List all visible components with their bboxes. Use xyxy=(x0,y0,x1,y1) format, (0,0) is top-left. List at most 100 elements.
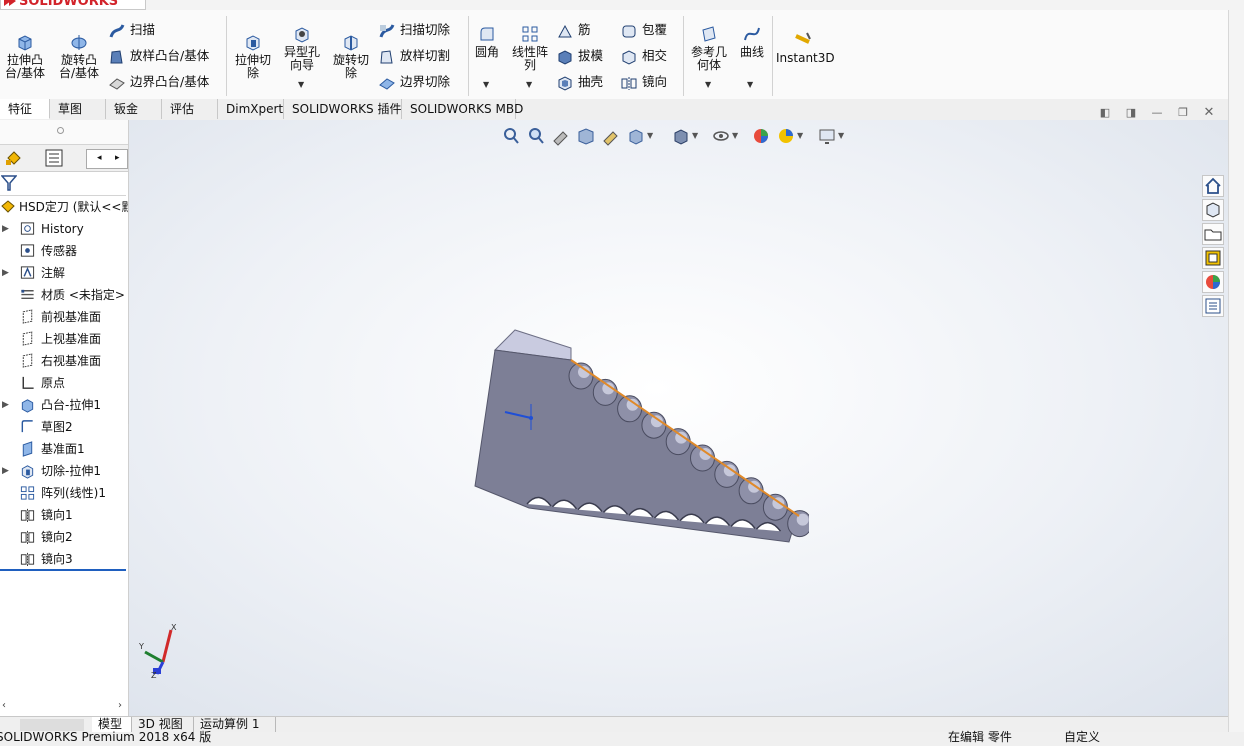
tile-right-icon[interactable]: ◨ xyxy=(1124,106,1138,120)
part-model[interactable] xyxy=(469,320,809,560)
restore-icon[interactable]: ❐ xyxy=(1176,106,1190,120)
reference-geometry-dropdown[interactable]: ▼ xyxy=(705,80,711,89)
tree-root[interactable]: HSD定刀 (默认<<默 xyxy=(0,196,128,218)
feature-manager-tab-icon[interactable] xyxy=(4,148,24,168)
shell-button[interactable]: 抽壳 xyxy=(556,74,603,91)
linear-pattern-dropdown[interactable]: ▼ xyxy=(526,80,532,89)
boundary-boss-button[interactable]: 边界凸台/基体 xyxy=(108,74,209,91)
loft-cut-button[interactable]: 放样切割 xyxy=(378,48,450,65)
zoom-to-fit-icon[interactable] xyxy=(501,126,521,146)
fillet-button[interactable]: 圆角 xyxy=(470,24,504,59)
minimize-icon[interactable]: — xyxy=(1150,106,1164,120)
hscroll-left-icon[interactable]: ‹ xyxy=(2,700,6,711)
expand-arrow-icon[interactable]: ▶ xyxy=(2,262,9,284)
view-orientation-icon[interactable] xyxy=(626,126,646,146)
tab-evaluate[interactable]: 评估 xyxy=(162,99,218,119)
tree-hscroll[interactable]: ‹ › xyxy=(0,700,128,716)
view-palette-button[interactable] xyxy=(1202,247,1224,269)
hide-show-items-icon[interactable] xyxy=(711,126,731,146)
scroll-left-icon[interactable]: ◂ xyxy=(97,150,102,167)
view-orientation-dropdown[interactable]: ▼ xyxy=(647,131,667,151)
tree-item-front-plane[interactable]: 前视基准面 xyxy=(0,306,128,328)
hscroll-right-icon[interactable]: › xyxy=(118,700,122,711)
graphics-area[interactable]: ▼ ▼ ▼ ▼ ▼ Y Z X xyxy=(129,120,1228,716)
design-library-button[interactable] xyxy=(1202,199,1224,221)
tab-features[interactable]: 特征 xyxy=(0,99,50,119)
status-units[interactable]: 自定义 xyxy=(1064,728,1100,747)
rib-button[interactable]: 筋 xyxy=(556,22,591,39)
panel-tab-scroller[interactable]: ◂ ▸ xyxy=(86,149,128,169)
extrude-boss-button[interactable]: 拉伸凸 台/基体 xyxy=(2,32,48,80)
tree-item-linear-pattern1[interactable]: 阵列(线性)1 xyxy=(0,482,128,504)
property-manager-tab-icon[interactable] xyxy=(44,148,64,168)
hide-show-dropdown[interactable]: ▼ xyxy=(732,131,752,151)
close-icon[interactable]: ✕ xyxy=(1202,106,1216,120)
zoom-to-area-icon[interactable] xyxy=(526,126,546,146)
tree-item-boss-extrude1[interactable]: ▶ 凸台-拉伸1 xyxy=(0,394,128,416)
rollback-bar[interactable] xyxy=(0,569,126,571)
reference-geometry-button[interactable]: 参考几 何体 xyxy=(687,24,731,72)
mirror-button[interactable]: 镜向 xyxy=(620,74,667,91)
tree-item-annotations[interactable]: ▶ 注解 xyxy=(0,262,128,284)
apply-scene-icon[interactable] xyxy=(776,126,796,146)
tree-item-sensors[interactable]: 传感器 xyxy=(0,240,128,262)
tree-item-cut-extrude1[interactable]: ▶ 切除-拉伸1 xyxy=(0,460,128,482)
solidworks-resources-button[interactable] xyxy=(1202,175,1224,197)
view-settings-icon[interactable] xyxy=(817,126,837,146)
solidworks-logo[interactable]: SOLIDWORKS xyxy=(0,0,146,10)
apply-scene-dropdown[interactable]: ▼ xyxy=(797,131,817,151)
loft-boss-button[interactable]: 放样凸台/基体 xyxy=(108,48,209,65)
revolve-boss-button[interactable]: 旋转凸 台/基体 xyxy=(55,32,103,80)
view-settings-dropdown[interactable]: ▼ xyxy=(838,131,858,151)
boundary-cut-button[interactable]: 边界切除 xyxy=(378,74,450,91)
tree-item-mirror2[interactable]: 镜向2 xyxy=(0,526,128,548)
sweep-cut-button[interactable]: 扫描切除 xyxy=(378,22,450,39)
previous-view-icon[interactable] xyxy=(551,126,571,146)
appearances-button[interactable] xyxy=(1202,271,1224,293)
curves-button[interactable]: 曲线 xyxy=(736,24,768,59)
mirror2-icon xyxy=(20,530,35,545)
intersect-button[interactable]: 相交 xyxy=(620,48,667,65)
splitter-handle-icon[interactable] xyxy=(57,127,64,134)
tree-item-right-plane[interactable]: 右视基准面 xyxy=(0,350,128,372)
expand-arrow-icon[interactable]: ▶ xyxy=(2,394,9,416)
panel-splitter[interactable] xyxy=(0,120,128,145)
edit-appearance-icon[interactable] xyxy=(751,126,771,146)
tree-item-mirror3[interactable]: 镜向3 xyxy=(0,548,128,570)
fillet-dropdown[interactable]: ▼ xyxy=(483,80,489,89)
filter-bar[interactable] xyxy=(0,171,126,196)
dynamic-annotation-icon[interactable] xyxy=(601,126,621,146)
tile-left-icon[interactable]: ◧ xyxy=(1098,106,1112,120)
tree-item-sketch2[interactable]: 草图2 xyxy=(0,416,128,438)
tree-item-origin[interactable]: 原点 xyxy=(0,372,128,394)
tree-item-top-plane[interactable]: 上视基准面 xyxy=(0,328,128,350)
hole-wizard-button[interactable]: 异型孔 向导 xyxy=(280,24,324,72)
display-style-icon[interactable] xyxy=(671,126,691,146)
expand-arrow-icon[interactable]: ▶ xyxy=(2,460,9,482)
tab-sheet-metal[interactable]: 钣金 xyxy=(106,99,162,119)
draft-button[interactable]: 拔模 xyxy=(556,48,603,65)
revolve-cut-button[interactable]: 旋转切 除 xyxy=(329,32,373,80)
extrude-cut-button[interactable]: 拉伸切 除 xyxy=(232,32,274,80)
tab-sketch[interactable]: 草图 xyxy=(50,99,106,119)
display-style-dropdown[interactable]: ▼ xyxy=(692,131,712,151)
tab-solidworks-addins[interactable]: SOLIDWORKS 插件 xyxy=(284,99,402,119)
hole-wizard-dropdown[interactable]: ▼ xyxy=(298,80,304,89)
tree-item-material[interactable]: 材质 <未指定> xyxy=(0,284,128,306)
tree-item-history[interactable]: ▶ History xyxy=(0,218,128,240)
section-view-icon[interactable] xyxy=(576,126,596,146)
filter-icon[interactable] xyxy=(1,174,17,192)
tab-dimxpert[interactable]: DimXpert xyxy=(218,99,284,119)
file-explorer-button[interactable] xyxy=(1202,223,1224,245)
tree-item-mirror1[interactable]: 镜向1 xyxy=(0,504,128,526)
linear-pattern-button[interactable]: 线性阵 列 xyxy=(508,24,552,72)
custom-properties-button[interactable] xyxy=(1202,295,1224,317)
wrap-button[interactable]: 包覆 xyxy=(620,22,667,39)
curves-dropdown[interactable]: ▼ xyxy=(747,80,753,89)
instant3d-button[interactable]: Instant3D xyxy=(776,30,835,65)
tree-item-plane1[interactable]: 基准面1 xyxy=(0,438,128,460)
sweep-button[interactable]: 扫描 xyxy=(108,22,155,39)
tab-solidworks-mbd[interactable]: SOLIDWORKS MBD xyxy=(402,99,523,119)
scroll-right-icon[interactable]: ▸ xyxy=(115,150,120,167)
expand-arrow-icon[interactable]: ▶ xyxy=(2,218,9,240)
